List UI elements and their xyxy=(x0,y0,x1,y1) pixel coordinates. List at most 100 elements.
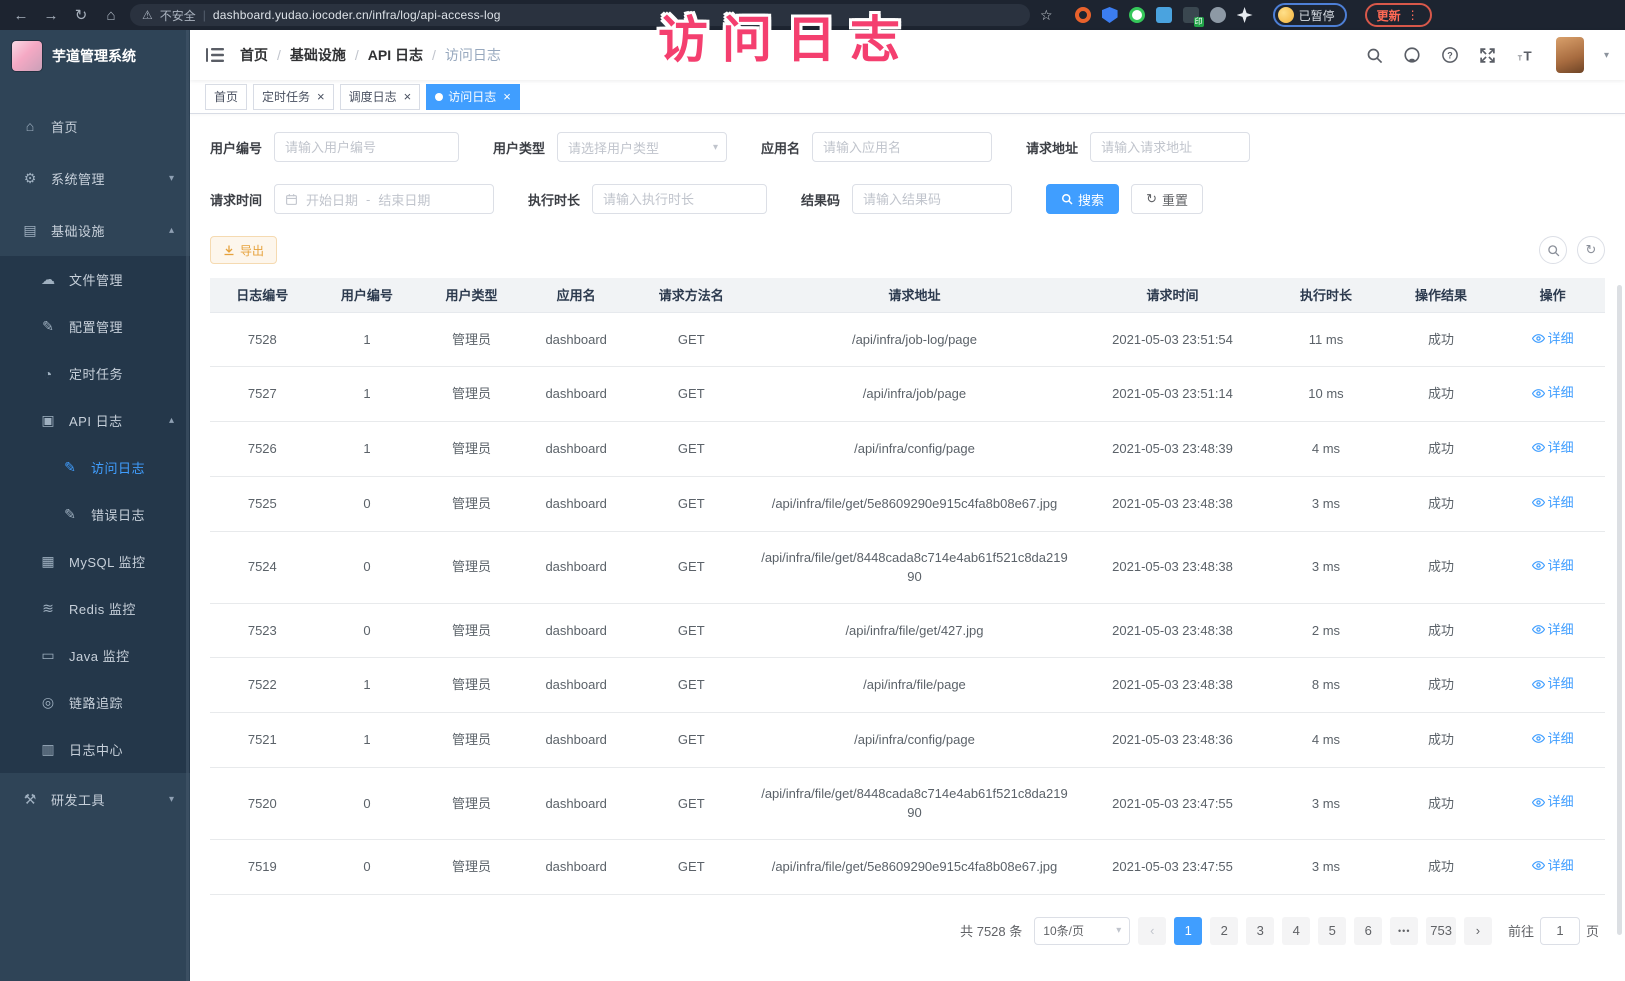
detail-link[interactable]: 详细 xyxy=(1532,556,1574,576)
sidebar-item-log-center[interactable]: ▥日志中心 xyxy=(0,726,190,773)
detail-link[interactable]: 详细 xyxy=(1532,620,1574,640)
app-name-input[interactable] xyxy=(812,132,992,162)
refresh-table-button[interactable]: ↻ xyxy=(1577,236,1605,264)
sidebar-item-api-log[interactable]: ▣API 日志▴ xyxy=(0,397,190,444)
github-icon[interactable] xyxy=(1403,46,1421,64)
sidebar-item-job[interactable]: ◔定时任务 xyxy=(0,350,190,397)
header-search-icon[interactable] xyxy=(1366,47,1383,64)
table-row: 75200管理员dashboardGET/api/infra/file/get/… xyxy=(210,767,1605,839)
tab-label: 首页 xyxy=(214,88,238,105)
sidebar-logo[interactable]: 芋道管理系统 xyxy=(0,30,190,82)
sidebar-item-access-log[interactable]: ✎访问日志 xyxy=(0,444,190,491)
tab-job[interactable]: 定时任务× xyxy=(253,84,334,110)
sidebar-item-trace[interactable]: ◎链路追踪 xyxy=(0,679,190,726)
address-bar[interactable]: ⚠ 不安全 | dashboard.yudao.iocoder.cn/infra… xyxy=(130,4,1030,26)
cell-request-url: /api/infra/file/get/5e8609290e915c4fa8b0… xyxy=(754,839,1075,894)
detail-link[interactable]: 详细 xyxy=(1532,438,1574,458)
jump-suffix: 页 xyxy=(1586,921,1599,940)
close-icon[interactable]: × xyxy=(503,90,511,103)
pager-page-3[interactable]: 3 xyxy=(1246,917,1274,945)
browser-forward-icon[interactable]: → xyxy=(40,7,62,24)
sidebar-item-infra[interactable]: ▤基础设施▴ xyxy=(0,204,190,256)
sidebar-item-redis[interactable]: ≋Redis 监控 xyxy=(0,585,190,632)
page-size-select[interactable]: 10条/页 ▾ xyxy=(1034,917,1130,945)
sidebar-item-java[interactable]: ▭Java 监控 xyxy=(0,632,190,679)
extension-grey-icon[interactable] xyxy=(1210,7,1226,23)
tab-access-log[interactable]: 访问日志× xyxy=(426,84,520,110)
detail-link[interactable]: 详细 xyxy=(1532,383,1574,403)
search-button[interactable]: 搜索 xyxy=(1046,184,1119,214)
extension-puzzle-icon[interactable] xyxy=(1156,7,1172,23)
detail-link[interactable]: 详细 xyxy=(1532,493,1574,513)
breadcrumb-item[interactable]: 首页 xyxy=(240,45,268,65)
detail-link[interactable]: 详细 xyxy=(1532,856,1574,876)
address-divider: | xyxy=(203,8,206,22)
breadcrumb-item[interactable]: 基础设施 xyxy=(290,45,346,65)
help-icon[interactable]: ? xyxy=(1441,46,1459,64)
next-page-button[interactable]: › xyxy=(1464,917,1492,945)
user-type-select[interactable]: 请选择用户类型 ▾ xyxy=(557,132,727,162)
pager-page-4[interactable]: 4 xyxy=(1282,917,1310,945)
detail-link[interactable]: 详细 xyxy=(1532,792,1574,812)
user-avatar[interactable] xyxy=(1556,37,1584,73)
detail-link[interactable]: 详细 xyxy=(1532,729,1574,749)
browser-update-button[interactable]: 更新 ⋮ xyxy=(1365,3,1432,27)
extension-translate-icon[interactable]: 印 xyxy=(1183,7,1199,23)
cell-request-url: /api/infra/job/page xyxy=(754,367,1075,422)
font-size-icon[interactable]: TT xyxy=(1516,47,1536,64)
sidebar-item-config[interactable]: ✎配置管理 xyxy=(0,303,190,350)
close-icon[interactable]: × xyxy=(317,90,325,103)
tab-job-log[interactable]: 调度日志× xyxy=(340,84,421,110)
sidebar-scrollbar[interactable] xyxy=(186,30,189,981)
detail-link[interactable]: 详细 xyxy=(1532,674,1574,694)
detail-link[interactable]: 详细 xyxy=(1532,329,1574,349)
result-code-input[interactable] xyxy=(852,184,1012,214)
close-icon[interactable]: × xyxy=(404,90,412,103)
sidebar-item-error-log[interactable]: ✎错误日志 xyxy=(0,491,190,538)
detail-link-label: 详细 xyxy=(1548,329,1574,349)
browser-menu-icon[interactable]: ⋮ xyxy=(1407,8,1420,22)
fullscreen-icon[interactable] xyxy=(1479,47,1496,64)
table-tools: ↻ xyxy=(1539,236,1605,264)
reset-button[interactable]: ↻ 重置 xyxy=(1131,184,1203,214)
pager-page-753[interactable]: 753 xyxy=(1426,917,1456,945)
pager-page-6[interactable]: 6 xyxy=(1354,917,1382,945)
request-url-label: 请求地址 xyxy=(1026,138,1078,157)
jump-page-input[interactable] xyxy=(1540,917,1580,945)
extension-star-icon[interactable] xyxy=(1237,7,1253,23)
sidebar-item-home[interactable]: ⌂首页 xyxy=(0,100,190,152)
export-button[interactable]: 导出 xyxy=(210,236,277,264)
pager-page-1[interactable]: 1 xyxy=(1174,917,1202,945)
bookmark-star-icon[interactable]: ☆ xyxy=(1040,7,1053,24)
sidebar-item-tools[interactable]: ⚒研发工具▾ xyxy=(0,773,190,825)
browser-reload-icon[interactable]: ↻ xyxy=(70,6,92,24)
pager-page-2[interactable]: 2 xyxy=(1210,917,1238,945)
chevron-down-icon[interactable]: ▾ xyxy=(1604,50,1609,61)
user-id-input[interactable] xyxy=(274,132,459,162)
sidebar-item-file[interactable]: ☁文件管理 xyxy=(0,256,190,303)
browser-back-icon[interactable]: ← xyxy=(10,7,32,24)
duration-input[interactable] xyxy=(592,184,767,214)
sidebar-item-system[interactable]: ⚙系统管理▾ xyxy=(0,152,190,204)
request-url-input[interactable] xyxy=(1090,132,1250,162)
extension-shield-icon[interactable] xyxy=(1102,7,1118,23)
hamburger-icon[interactable] xyxy=(206,47,224,63)
browser-home-icon[interactable]: ⌂ xyxy=(100,7,122,24)
browser-profile-chip[interactable]: 已暂停 xyxy=(1273,3,1347,27)
cell-result: 成功 xyxy=(1382,603,1501,658)
prev-page-button[interactable]: ‹ xyxy=(1138,917,1166,945)
top-navbar: 首页/基础设施/API 日志/访问日志 ? TT ▾ xyxy=(190,30,1625,80)
table-row: 75190管理员dashboardGET/api/infra/file/get/… xyxy=(210,839,1605,894)
request-time-range-picker[interactable]: 开始日期 - 结束日期 xyxy=(274,184,494,214)
extension-orange-icon[interactable] xyxy=(1075,7,1091,23)
hide-search-button[interactable] xyxy=(1539,236,1567,264)
window-scrollbar[interactable] xyxy=(1617,285,1622,935)
tab-home[interactable]: 首页 xyxy=(205,84,247,110)
pager-page-5[interactable]: 5 xyxy=(1318,917,1346,945)
detail-link-label: 详细 xyxy=(1548,493,1574,513)
cell-actions: 详细 xyxy=(1500,767,1605,839)
breadcrumb-item[interactable]: API 日志 xyxy=(368,45,423,65)
extension-green-icon[interactable] xyxy=(1129,7,1145,23)
sidebar-item-mysql[interactable]: ▦MySQL 监控 xyxy=(0,538,190,585)
breadcrumb-separator: / xyxy=(277,47,281,63)
